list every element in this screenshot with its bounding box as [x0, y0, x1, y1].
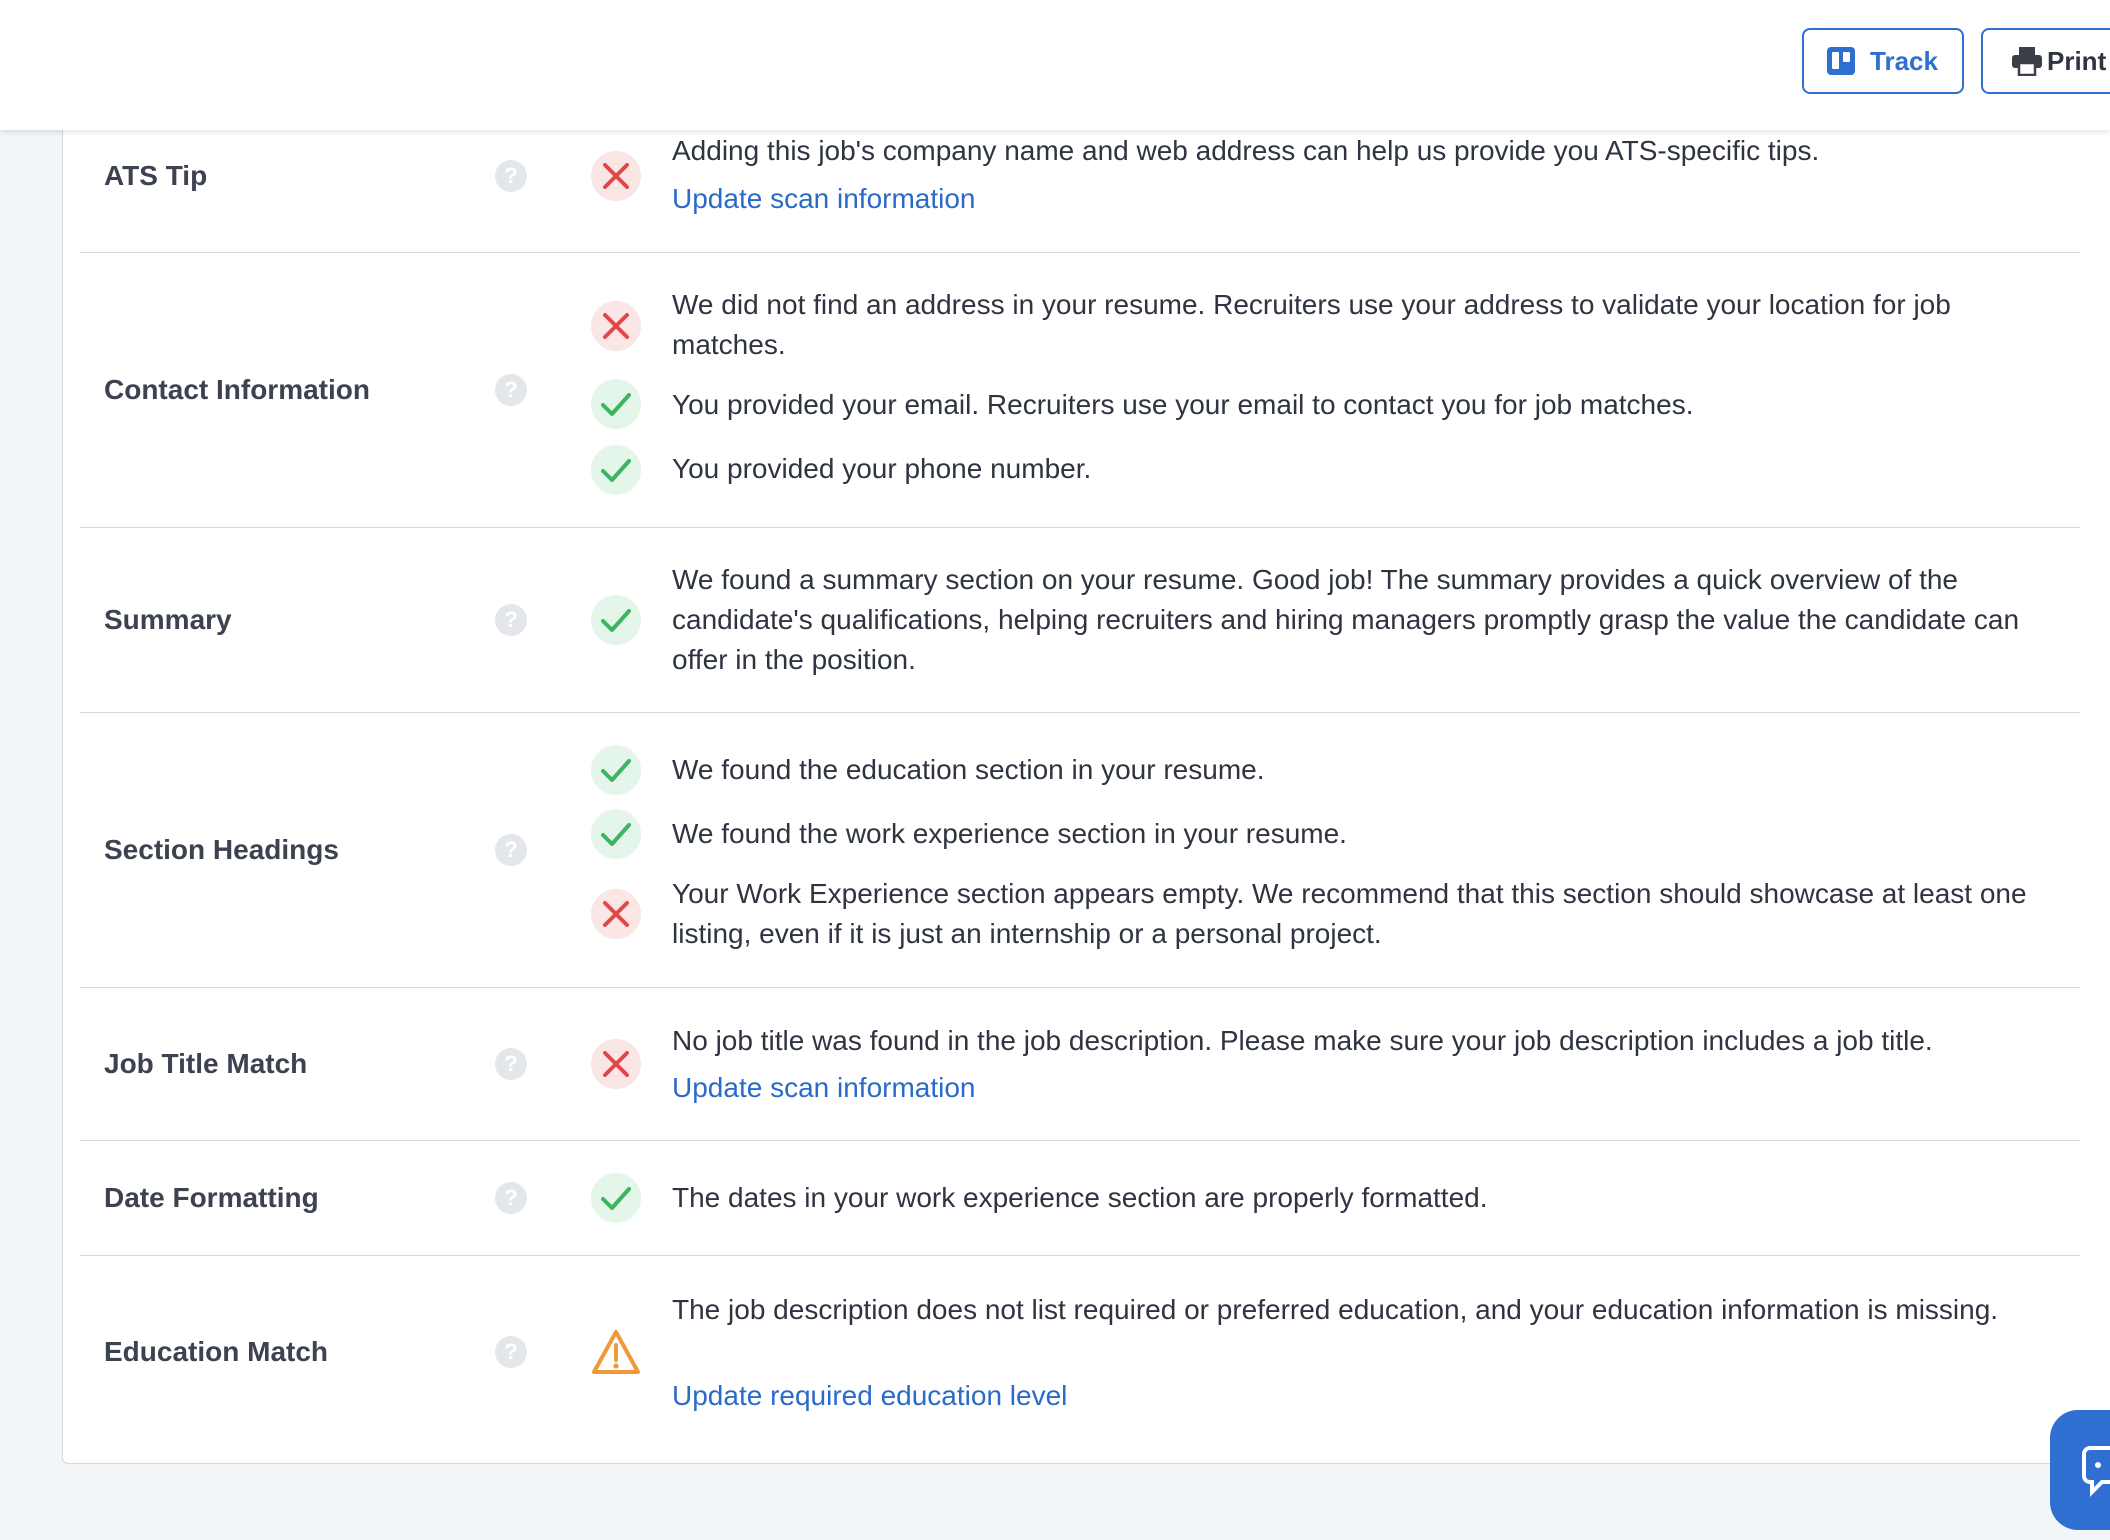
- status-indicator-fail: [591, 301, 641, 351]
- top-toolbar: Track Print: [0, 0, 2110, 130]
- track-button-label: Track: [1870, 45, 1938, 76]
- warning-icon: [591, 1329, 641, 1375]
- check-message: We did not find an address in your resum…: [672, 289, 1951, 360]
- check-message: We found the work experience section in …: [672, 818, 1347, 849]
- board-icon: [1826, 46, 1856, 76]
- chat-widget-button[interactable]: [2050, 1410, 2110, 1530]
- track-button[interactable]: Track: [1802, 28, 1964, 94]
- printer-icon: [2011, 46, 2043, 76]
- status-indicator-pass: [591, 745, 641, 795]
- check-message: Your Work Experience section appears emp…: [672, 878, 2027, 949]
- check-message: You provided your phone number.: [672, 453, 1092, 484]
- check-row-label: Education Match: [104, 1336, 329, 1367]
- check-row-label: Section Headings: [104, 834, 339, 865]
- status-indicator-fail: [591, 151, 641, 201]
- check-row-label: Date Formatting: [104, 1182, 319, 1213]
- x-mark-icon: [601, 311, 631, 341]
- help-question-icon[interactable]: ?: [495, 1048, 527, 1080]
- status-indicator-pass: [591, 1173, 641, 1223]
- check-row-label: Job Title Match: [104, 1048, 308, 1079]
- check-row-label: Contact Information: [104, 374, 370, 405]
- check-row: [80, 1255, 2080, 1460]
- status-indicator-fail: [591, 1039, 641, 1089]
- check-row-label: Summary: [104, 604, 232, 635]
- print-button-label: Print: [2047, 45, 2107, 76]
- help-question-icon[interactable]: ?: [495, 160, 527, 192]
- check-message: We found the education section in your r…: [672, 754, 1265, 785]
- x-mark-icon: [601, 161, 631, 191]
- help-question-icon[interactable]: ?: [495, 374, 527, 406]
- status-indicator-warn: [591, 1327, 641, 1377]
- check-message: The job description does not list requir…: [672, 1294, 1999, 1325]
- help-question-icon[interactable]: ?: [495, 834, 527, 866]
- update-info-link[interactable]: Update required education level: [672, 1376, 1067, 1416]
- checkmark-icon: [599, 1181, 633, 1215]
- update-info-link[interactable]: Update scan information: [672, 1068, 976, 1108]
- checkmark-icon: [599, 453, 633, 487]
- print-button[interactable]: Print: [1981, 28, 2110, 94]
- check-row: [80, 987, 2080, 1141]
- checkmark-icon: [599, 603, 633, 637]
- status-indicator-fail: [591, 889, 641, 939]
- help-question-icon[interactable]: ?: [495, 604, 527, 636]
- check-message: The dates in your work experience sectio…: [672, 1182, 1488, 1213]
- help-question-icon[interactable]: ?: [495, 1182, 527, 1214]
- checkmark-icon: [599, 387, 633, 421]
- chat-icon: [2078, 1444, 2110, 1505]
- status-indicator-pass: [591, 379, 641, 429]
- checkmark-icon: [599, 817, 633, 851]
- update-info-link[interactable]: Update scan information: [672, 179, 976, 219]
- status-indicator-pass: [591, 809, 641, 859]
- checkmark-icon: [599, 753, 633, 787]
- check-message: Adding this job's company name and web a…: [672, 135, 1820, 166]
- check-row-label: ATS Tip: [104, 160, 208, 191]
- x-mark-icon: [601, 1049, 631, 1079]
- status-indicator-pass: [591, 595, 641, 645]
- check-message: No job title was found in the job descri…: [672, 1025, 1933, 1056]
- check-message: We found a summary section on your resum…: [672, 564, 2020, 675]
- check-message: You provided your email. Recruiters use …: [672, 389, 1694, 420]
- x-mark-icon: [601, 899, 631, 929]
- status-indicator-pass: [591, 445, 641, 495]
- help-question-icon[interactable]: ?: [495, 1336, 527, 1368]
